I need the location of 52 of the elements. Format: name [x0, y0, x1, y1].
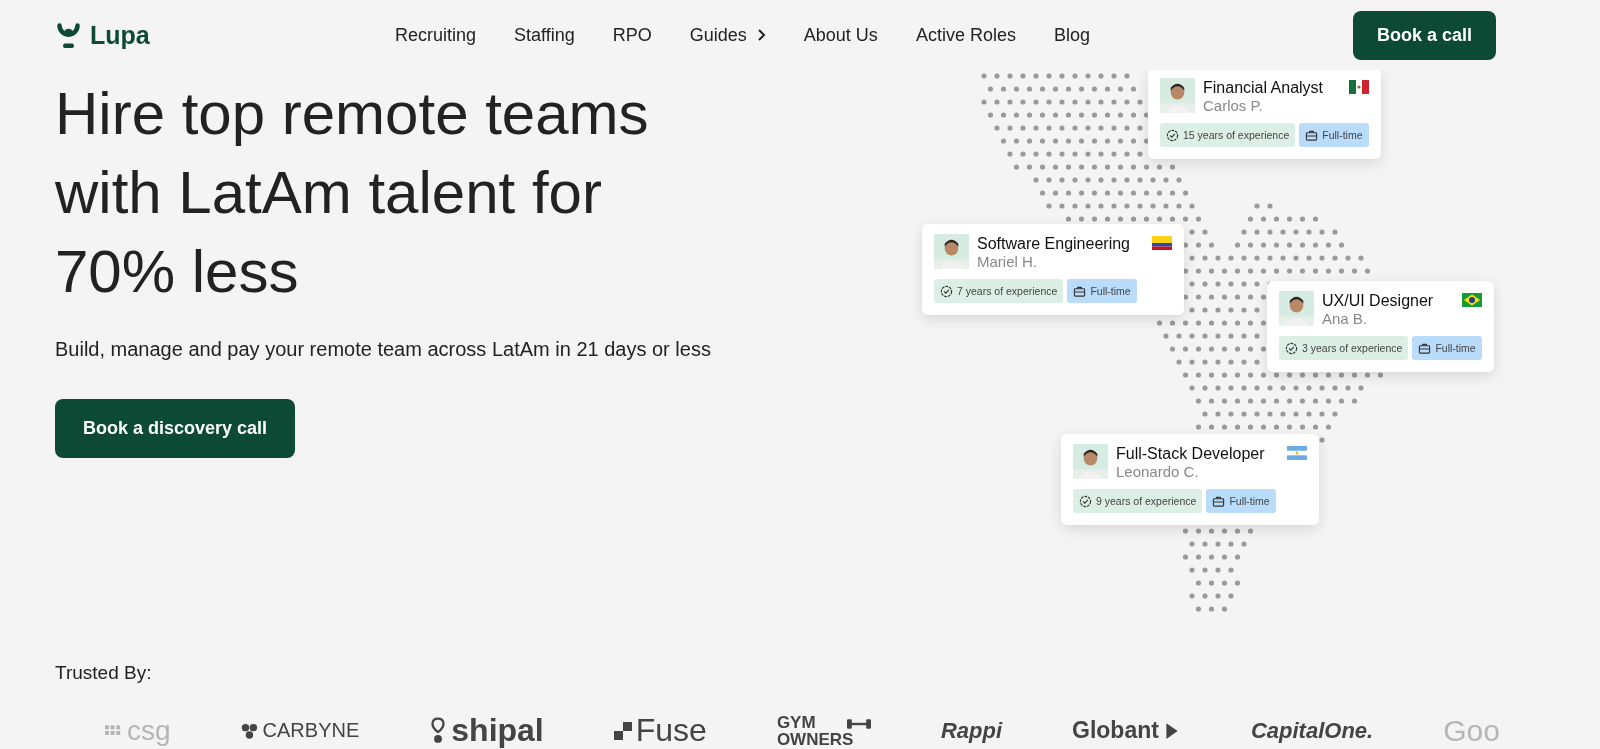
client-logo: csg [105, 714, 171, 747]
flag-icon [1152, 236, 1172, 250]
briefcase-icon [1305, 128, 1319, 142]
job-title: UX/UI Designer [1322, 291, 1435, 310]
candidate-name: Carlos P. [1203, 97, 1264, 115]
book-call-button[interactable]: Book a call [1352, 10, 1496, 60]
discovery-call-button[interactable]: Book a discovery call [55, 399, 296, 458]
client-logo: Globant [1072, 717, 1181, 744]
candidate-name: Leonardo C. [1116, 463, 1200, 481]
flag-icon [1348, 80, 1369, 94]
experience-tag: 9 years of experience [1073, 489, 1203, 513]
hero-subtitle: Build, manage and pay your remote team across LatAm in 21 days or less [55, 337, 712, 362]
job-title: Software Engineering [977, 234, 1130, 253]
client-logo: Rappi [940, 717, 1002, 744]
hero-heading: Hire top remote teams with LatAm talent for 70% less [55, 79, 650, 307]
trusted-label: Trusted By: [54, 662, 153, 684]
nav-link[interactable]: Recruiting [395, 24, 477, 46]
candidate-name: Ana B. [1322, 310, 1369, 328]
nav-link[interactable]: Active Roles [915, 24, 1016, 46]
flag-icon [1286, 446, 1307, 460]
briefcase-icon [1073, 284, 1087, 298]
briefcase-icon [1418, 341, 1432, 355]
job-type-tag: Full-time [1412, 336, 1482, 360]
client-logo: shipal [429, 712, 544, 749]
nav-link[interactable]: RPO [612, 24, 652, 46]
flag-icon [1461, 293, 1482, 307]
nav-link[interactable]: Guides [689, 24, 766, 46]
client-logo: CARBYNE [240, 719, 360, 742]
job-type-tag: Full-time [1206, 489, 1276, 513]
job-type-tag: Full-time [1299, 123, 1369, 147]
candidate-name: Mariel H. [977, 253, 1038, 271]
client-logo: Goo [1443, 713, 1500, 748]
client-logo: Fuse [613, 712, 707, 749]
logo-text[interactable]: Lupa [90, 20, 150, 50]
nav-link[interactable]: About Us [803, 24, 878, 46]
chevron-icon [755, 28, 766, 42]
nav-link[interactable]: Blog [1053, 24, 1090, 46]
check-badge-icon [1285, 341, 1298, 355]
job-title: Financial Analyst [1203, 78, 1325, 97]
briefcase-icon [1212, 494, 1226, 508]
client-logo: CapitalOne. [1250, 717, 1374, 744]
check-badge-icon [1079, 494, 1092, 508]
check-badge-icon [1166, 128, 1179, 142]
job-type-tag: Full-time [1067, 279, 1137, 303]
experience-tag: 3 years of experience [1279, 336, 1409, 360]
experience-tag: 7 years of experience [934, 279, 1064, 303]
job-title: Full-Stack Developer [1116, 444, 1265, 463]
check-badge-icon [940, 284, 953, 298]
client-logo: GYM OWNERS [776, 713, 871, 748]
nav-link[interactable]: Staffing [514, 24, 575, 46]
logo-icon [55, 21, 82, 49]
experience-tag: 15 years of experience [1160, 123, 1296, 147]
